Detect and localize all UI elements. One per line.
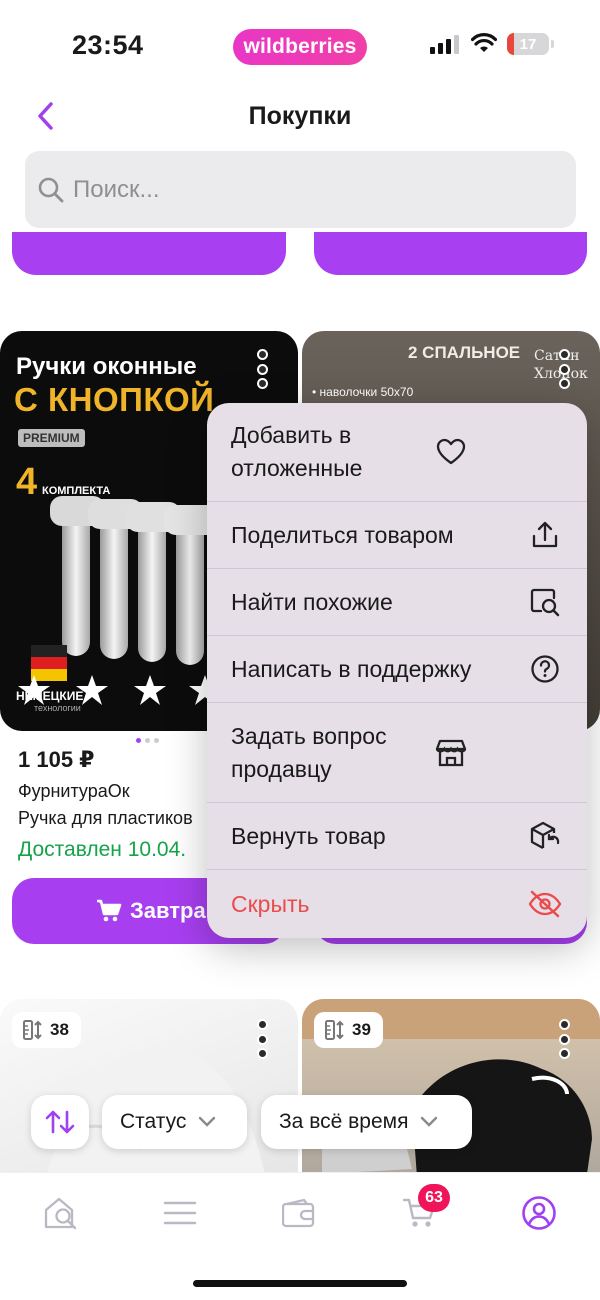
menu-item-return-item[interactable]: Вернуть товар — [207, 803, 587, 870]
status-filter-dropdown[interactable]: Статус — [102, 1095, 247, 1149]
battery-percent: 17 — [519, 35, 537, 53]
cart-button-label: Завтра — [130, 898, 206, 923]
product-1-more-button[interactable] — [252, 349, 272, 389]
brand-pill: wildberries — [233, 29, 367, 65]
tab-home[interactable] — [36, 1193, 86, 1233]
menu-item-hide[interactable]: Скрыть — [207, 870, 587, 938]
heart-icon — [431, 432, 471, 472]
product-1-name: Ручка для пластиков — [18, 808, 193, 828]
tab-profile[interactable] — [514, 1193, 564, 1233]
wifi-icon — [471, 33, 497, 52]
status-bar: 23:54 wildberries 17 — [0, 0, 600, 90]
menu-item-label: Написать в поддержку — [231, 655, 472, 682]
eye-off-icon — [525, 884, 565, 924]
image-search-icon — [525, 582, 565, 622]
tab-catalog[interactable] — [155, 1193, 205, 1233]
share-icon — [525, 515, 565, 555]
store-icon — [431, 733, 471, 773]
cart-count-badge: 63 — [418, 1184, 450, 1212]
page-title: Покупки — [248, 102, 352, 130]
menu-icon — [163, 1201, 197, 1225]
prev-row-button-right[interactable] — [314, 232, 587, 275]
image-count: 4 — [16, 461, 38, 503]
product-context-menu: Добавить в отложенные Поделиться товаром… — [207, 403, 587, 938]
image-2-title: 2 СПАЛЬНОЕ — [408, 343, 521, 362]
tab-wallet[interactable] — [275, 1193, 325, 1233]
period-filter-dropdown[interactable]: За всё время — [261, 1095, 472, 1149]
product-2-more-button[interactable] — [554, 349, 574, 389]
menu-item-label: Вернуть товар — [231, 822, 386, 849]
menu-item-label: Поделиться товаром — [231, 521, 454, 548]
help-icon — [525, 649, 565, 689]
battery-cap — [551, 40, 554, 48]
search-placeholder: Поиск... — [73, 175, 160, 203]
period-filter-label: За всё время — [279, 1110, 409, 1133]
home-search-icon — [44, 1197, 77, 1230]
status-filter-label: Статус — [120, 1110, 187, 1133]
product-3-more-button[interactable] — [252, 1019, 272, 1059]
wallet-icon — [282, 1198, 315, 1228]
clock: 23:54 — [72, 30, 144, 60]
size-value: 38 — [50, 1020, 69, 1039]
image-caption: НЕМЕЦКИЕ — [16, 689, 84, 703]
image-title-line2: С КНОПКОЙ — [14, 381, 215, 418]
image-title-line1: Ручки оконные — [16, 353, 197, 380]
search-input[interactable]: Поиск... — [25, 151, 576, 228]
menu-item-add-to-favorites[interactable]: Добавить в отложенные — [207, 403, 587, 502]
product-3-size-badge: 38 — [12, 1012, 81, 1048]
image-2-note: • наволочки 50х70 — [312, 385, 414, 399]
home-indicator — [193, 1280, 407, 1287]
search-icon — [38, 177, 64, 202]
profile-icon — [522, 1196, 556, 1230]
cellular-signal-icon — [430, 35, 459, 54]
product-1-seller: ФурнитураОк — [18, 781, 130, 801]
product-1-price: 1 105 ₽ — [18, 747, 95, 772]
product-1-delivery-status: Доставлен 10.04. — [18, 838, 187, 861]
product-4-size-badge: 39 — [314, 1012, 383, 1048]
menu-item-share[interactable]: Поделиться товаром — [207, 502, 587, 569]
return-box-icon — [525, 816, 565, 856]
menu-item-label: Задать вопрос продавцу — [231, 722, 387, 782]
chevron-down-icon — [199, 1116, 216, 1127]
cart-icon — [97, 899, 122, 922]
image-subcaption: технологии — [34, 703, 81, 713]
menu-item-find-similar[interactable]: Найти похожие — [207, 569, 587, 636]
menu-item-label: Добавить в отложенные — [231, 422, 363, 481]
image-pager-dots — [136, 738, 159, 743]
chevron-down-icon — [421, 1116, 438, 1127]
sort-arrows-icon — [45, 1110, 75, 1134]
image-count-label: КОМПЛЕКТА — [42, 485, 111, 497]
battery-indicator: 17 — [507, 33, 549, 55]
sort-button[interactable] — [31, 1095, 89, 1149]
menu-item-label: Найти похожие — [231, 588, 393, 615]
menu-item-contact-support[interactable]: Написать в поддержку — [207, 636, 587, 703]
image-badge: PREMIUM — [18, 429, 85, 447]
size-ruler-icon — [23, 1020, 42, 1040]
menu-item-label: Скрыть — [231, 890, 310, 917]
product-4-more-button[interactable] — [554, 1019, 574, 1059]
size-ruler-icon — [325, 1020, 344, 1040]
prev-row-button-left[interactable] — [12, 232, 286, 275]
menu-item-ask-seller[interactable]: Задать вопрос продавцу — [207, 703, 587, 803]
size-value: 39 — [352, 1020, 371, 1039]
